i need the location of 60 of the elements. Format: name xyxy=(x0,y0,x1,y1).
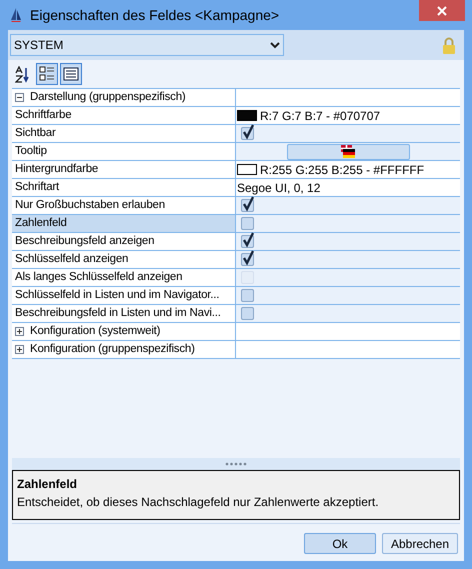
window-title: Eigenschaften des Feldes <Kampagne> xyxy=(30,6,280,25)
expand-icon[interactable] xyxy=(15,327,24,336)
property-name: Zahlenfeld xyxy=(15,216,67,231)
checkbox[interactable] xyxy=(241,127,254,140)
collapse-icon[interactable] xyxy=(15,93,24,102)
property-name: Konfiguration (systemweit) xyxy=(30,324,160,339)
property-row[interactable]: Schlüsselfeld in Listen und im Navigator... xyxy=(12,287,236,304)
property-name: Schlüsselfeld anzeigen xyxy=(15,252,128,267)
chevron-down-icon xyxy=(270,42,280,48)
sailboat-icon xyxy=(10,7,22,23)
property-row[interactable]: Darstellung (gruppenspezifisch) xyxy=(12,89,236,106)
property-row[interactable]: Tooltip xyxy=(12,143,236,160)
property-name: Schlüsselfeld in Listen und im Navigator... xyxy=(15,288,220,303)
tree-list-icon xyxy=(39,66,55,82)
property-row[interactable]: Schriftart xyxy=(12,179,236,196)
list-icon xyxy=(63,67,79,81)
property-row[interactable]: Zahlenfeld xyxy=(12,215,236,232)
property-row[interactable]: Beschreibungsfeld in Listen und im Navi... xyxy=(12,305,236,322)
language-button[interactable] xyxy=(286,144,410,160)
property-row[interactable]: Sichtbar xyxy=(12,125,236,142)
property-row[interactable]: Beschreibungsfeld anzeigen xyxy=(12,233,236,250)
property-pages-button[interactable] xyxy=(60,63,82,85)
checkbox[interactable] xyxy=(241,199,254,212)
property-row[interactable]: Schriftfarbe xyxy=(12,107,236,124)
expand-icon[interactable] xyxy=(15,345,24,354)
description-title: Zahlenfeld xyxy=(17,476,78,493)
property-name: Schriftart xyxy=(15,180,60,195)
property-row[interactable]: Konfiguration (gruppenspezifisch) xyxy=(12,341,236,358)
property-name: Hintergrundfarbe xyxy=(15,162,98,177)
property-name: Tooltip xyxy=(15,144,47,159)
dialog-button[interactable]: Abbrechen xyxy=(382,533,458,554)
property-name: Schriftfarbe xyxy=(15,108,72,123)
checkbox[interactable] xyxy=(241,253,254,266)
property-row[interactable]: Nur Großbuchstaben erlauben xyxy=(12,197,236,214)
scope-dropdown[interactable]: SYSTEM xyxy=(10,34,284,56)
flags-icon xyxy=(341,145,355,158)
property-name: Sichtbar xyxy=(15,126,56,141)
sort-icon xyxy=(15,66,31,82)
property-name: Nur Großbuchstaben erlauben xyxy=(15,198,165,213)
checkbox[interactable] xyxy=(241,235,254,248)
property-row[interactable]: Hintergrundfarbe xyxy=(12,161,236,178)
categorized-button[interactable] xyxy=(36,63,58,85)
property-row[interactable]: Schlüsselfeld anzeigen xyxy=(12,251,236,268)
property-row[interactable]: Konfiguration (systemweit) xyxy=(12,323,236,340)
property-name: Konfiguration (gruppenspezifisch) xyxy=(30,342,195,357)
checkbox[interactable] xyxy=(241,307,254,320)
dialog-button[interactable]: Ok xyxy=(304,533,376,554)
property-value: R:7 G:7 B:7 - #070707 xyxy=(260,108,380,124)
property-name: Beschreibungsfeld anzeigen xyxy=(15,234,154,249)
splitter-grip[interactable] xyxy=(225,462,247,466)
property-name: Als langes Schlüsselfeld anzeigen xyxy=(15,270,182,285)
property-name: Beschreibungsfeld in Listen und im Navi... xyxy=(15,306,221,321)
close-button[interactable] xyxy=(419,0,465,21)
description-text: Entscheidet, ob dieses Nachschlagefeld nur Zahlenwerte akzeptiert. xyxy=(17,494,380,511)
close-icon xyxy=(437,6,447,16)
checkbox[interactable] xyxy=(241,289,254,302)
checkbox[interactable] xyxy=(241,217,254,230)
property-value: R:255 G:255 B:255 - #FFFFFF xyxy=(260,162,424,178)
property-value: Segoe UI, 0, 12 xyxy=(237,180,320,196)
property-name: Darstellung (gruppenspezifisch) xyxy=(30,90,186,105)
